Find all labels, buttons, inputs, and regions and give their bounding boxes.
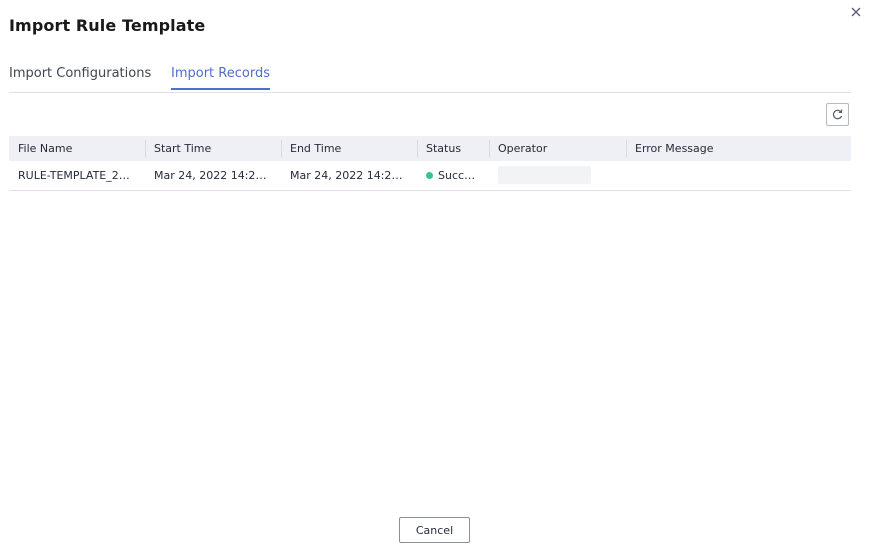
tab-bar: Import Configurations Import Records: [9, 60, 851, 93]
cancel-button[interactable]: Cancel: [399, 517, 470, 543]
import-records-table: File Name Start Time End Time Status Ope…: [9, 136, 851, 191]
close-icon[interactable]: [847, 3, 865, 21]
column-header-status[interactable]: Status: [417, 136, 489, 161]
refresh-button[interactable]: [826, 103, 849, 126]
cell-file-name: RULE-TEMPLATE_2469...: [9, 161, 145, 191]
cell-error-message: [626, 161, 851, 191]
column-header-end-time[interactable]: End Time: [281, 136, 417, 161]
tab-import-configurations[interactable]: Import Configurations: [9, 66, 151, 88]
tab-import-records[interactable]: Import Records: [171, 66, 270, 90]
column-header-error-message[interactable]: Error Message: [626, 136, 851, 161]
dialog-title: Import Rule Template: [9, 16, 206, 35]
cell-end-time: Mar 24, 2022 14:20:20...: [281, 161, 417, 191]
operator-redacted: [498, 166, 591, 185]
cell-operator: [489, 161, 626, 191]
status-label: Succes...: [438, 168, 488, 182]
cell-status: Succes...: [417, 161, 489, 191]
column-header-file-name[interactable]: File Name: [9, 136, 145, 161]
column-header-start-time[interactable]: Start Time: [145, 136, 281, 161]
column-header-operator[interactable]: Operator: [489, 136, 626, 161]
refresh-icon: [832, 109, 843, 120]
cell-start-time: Mar 24, 2022 14:26:27...: [145, 161, 281, 191]
table-header-row: File Name Start Time End Time Status Ope…: [9, 136, 851, 161]
import-rule-template-dialog: Import Rule Template Import Configuratio…: [0, 0, 869, 548]
table-row[interactable]: RULE-TEMPLATE_2469... Mar 24, 2022 14:26…: [9, 161, 851, 191]
status-success-icon: [426, 171, 433, 179]
